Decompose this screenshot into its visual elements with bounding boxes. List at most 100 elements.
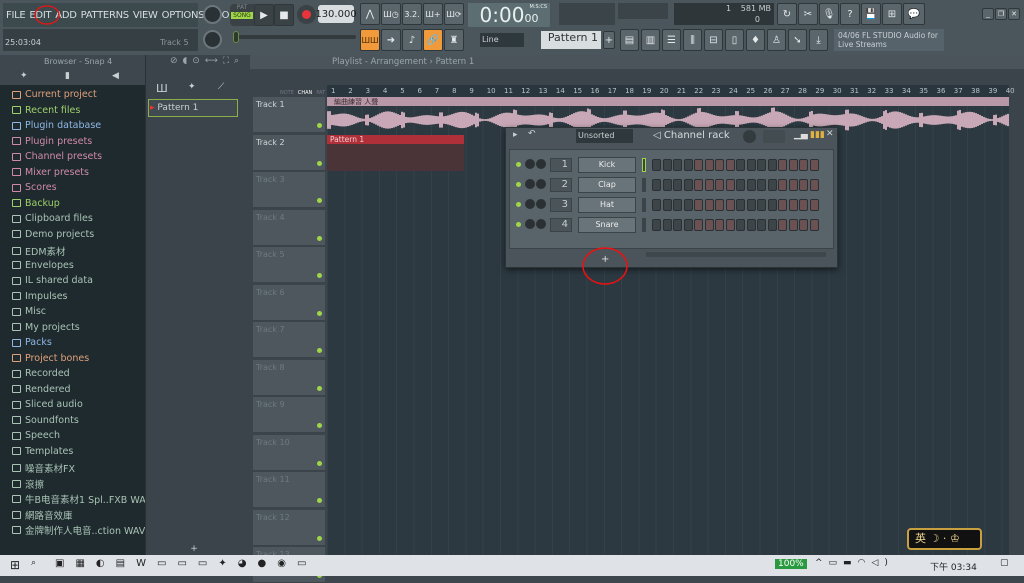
browser-item[interactable]: EDM素材 (12, 244, 66, 258)
step-button[interactable] (799, 159, 808, 171)
step-button[interactable] (683, 219, 693, 231)
menu-arrow-icon[interactable]: ▸ (513, 130, 518, 140)
taskbar-app-icon[interactable]: ▣ (55, 558, 64, 569)
step-button[interactable] (704, 159, 714, 171)
menu-options[interactable]: OPTIONS (162, 10, 205, 21)
step-button[interactable] (799, 179, 808, 191)
stop-button[interactable]: ■ (274, 4, 294, 26)
step-button[interactable] (662, 199, 672, 211)
browser-item[interactable]: Plugin presets (12, 136, 92, 147)
step-button[interactable] (694, 179, 703, 191)
channel-volume-knob[interactable] (525, 199, 535, 209)
master-volume-knob[interactable] (203, 5, 222, 24)
step-button[interactable] (757, 199, 766, 211)
notification-icon[interactable]: ▢ (1000, 558, 1009, 568)
plugin-picker-button[interactable]: ♦ (746, 29, 765, 51)
step-button[interactable] (652, 219, 661, 231)
cut-tool-button[interactable]: ✂ (798, 3, 818, 25)
step-button[interactable] (746, 199, 756, 211)
add-pattern-button[interactable]: + (603, 31, 615, 49)
automation-icon[interactable]: ⟋ (218, 82, 224, 92)
step-button[interactable] (725, 219, 735, 231)
step-button[interactable] (778, 179, 787, 191)
browser-item[interactable]: Channel presets (12, 151, 102, 162)
browser-button[interactable]: ⊟ (704, 29, 723, 51)
step-button[interactable] (757, 219, 766, 231)
filter-tab-pat[interactable]: PAT (316, 90, 325, 96)
step-button[interactable] (799, 199, 808, 211)
step-button[interactable] (809, 179, 819, 191)
step-button[interactable] (778, 219, 787, 231)
track-header[interactable]: Track 2 (253, 134, 325, 171)
channel-mute-led[interactable] (516, 182, 521, 187)
browser-item[interactable]: Demo projects (12, 229, 94, 240)
track-header[interactable]: Track 10 (253, 434, 325, 471)
browser-item[interactable]: Scores (12, 182, 57, 193)
undo-icon[interactable]: ↶ (528, 129, 536, 139)
piano-icon[interactable]: Ш (156, 82, 168, 95)
current-project-icon[interactable]: ▮ (65, 71, 70, 81)
pattern-selector[interactable]: Pattern 1 (541, 31, 601, 49)
track-header[interactable]: Track 4 (253, 209, 325, 246)
step-button[interactable] (662, 159, 672, 171)
mixer-track-number[interactable]: 2 (550, 178, 572, 192)
step-button[interactable] (725, 199, 735, 211)
online-sound-button[interactable]: ➘ (788, 29, 807, 51)
browser-item[interactable]: Rendered (12, 384, 71, 395)
pat-song-toggle[interactable]: PAT SONG (230, 4, 254, 26)
record-button[interactable] (297, 5, 316, 24)
browser-item[interactable]: Recent files (12, 105, 80, 116)
swing-knob[interactable] (743, 130, 756, 143)
browser-item[interactable]: Packs (12, 337, 52, 348)
step-button[interactable] (652, 179, 661, 191)
download-button[interactable]: ⤓ (809, 29, 828, 51)
step-button[interactable] (673, 179, 682, 191)
project-notes-button[interactable]: ▯ (725, 29, 744, 51)
menu-view[interactable]: VIEW (133, 10, 158, 21)
step-button[interactable] (683, 179, 693, 191)
browser-item[interactable]: Mixer presets (12, 167, 89, 178)
step-button[interactable] (725, 179, 735, 191)
system-tray-icons[interactable]: ^▭▬◠◁) (815, 558, 894, 568)
link-icon[interactable]: 🔗 (423, 29, 443, 51)
channel-name-button[interactable]: Clap (578, 177, 636, 193)
channel-volume-knob[interactable] (525, 179, 535, 189)
graph-editor-toggle[interactable] (763, 130, 785, 143)
mixer-track-number[interactable]: 1 (550, 158, 572, 172)
browser-item[interactable]: Current project (12, 89, 97, 100)
browser-item[interactable]: 噪音素材FX (12, 461, 75, 475)
play-button[interactable]: ▶ (254, 4, 274, 26)
track-mute-led[interactable] (317, 123, 322, 128)
loop-record-button[interactable]: Ш⟳ (444, 3, 464, 25)
audio-clip-header[interactable]: 編曲練習 人聲 (327, 97, 1009, 106)
browser-item[interactable]: 滾擦 (12, 477, 44, 491)
step-button[interactable] (673, 159, 682, 171)
taskbar-app-icon[interactable]: ▭ (198, 558, 207, 569)
browser-item[interactable]: Envelopes (12, 260, 74, 271)
channel-pan-knob[interactable] (536, 199, 546, 209)
track-header[interactable]: Track 6 (253, 284, 325, 321)
step-button[interactable] (767, 179, 777, 191)
step-button[interactable] (788, 219, 798, 231)
channel-pan-knob[interactable] (536, 179, 546, 189)
step-button[interactable] (746, 219, 756, 231)
horizontal-scrollbar[interactable] (646, 252, 826, 257)
countdown-button[interactable]: 3.2. (402, 3, 422, 25)
browser-item[interactable]: Speech (12, 430, 60, 441)
track-header[interactable]: Track 1 (253, 97, 325, 133)
step-button[interactable] (788, 159, 798, 171)
step-button[interactable] (736, 199, 745, 211)
typing-keyboard-button[interactable]: ШШ (360, 29, 380, 51)
step-button[interactable] (746, 159, 756, 171)
search-icon[interactable]: ⌕ (31, 558, 36, 568)
track-mute-led[interactable] (317, 460, 322, 466)
metronome-button[interactable]: ⋀ (360, 3, 380, 25)
step-button[interactable] (704, 219, 714, 231)
graph-icon[interactable]: ▁▄ (794, 130, 808, 140)
track-mute-led[interactable] (317, 235, 322, 241)
pattern-list-item[interactable]: ▸ Pattern 1 (148, 99, 238, 117)
step-button[interactable] (725, 159, 735, 171)
taskbar-app-icon[interactable]: ▤ (116, 558, 125, 569)
channel-volume-knob[interactable] (525, 159, 535, 169)
browser-item[interactable]: 牛B电音素材1 Spl..FXB WAV (12, 492, 152, 506)
